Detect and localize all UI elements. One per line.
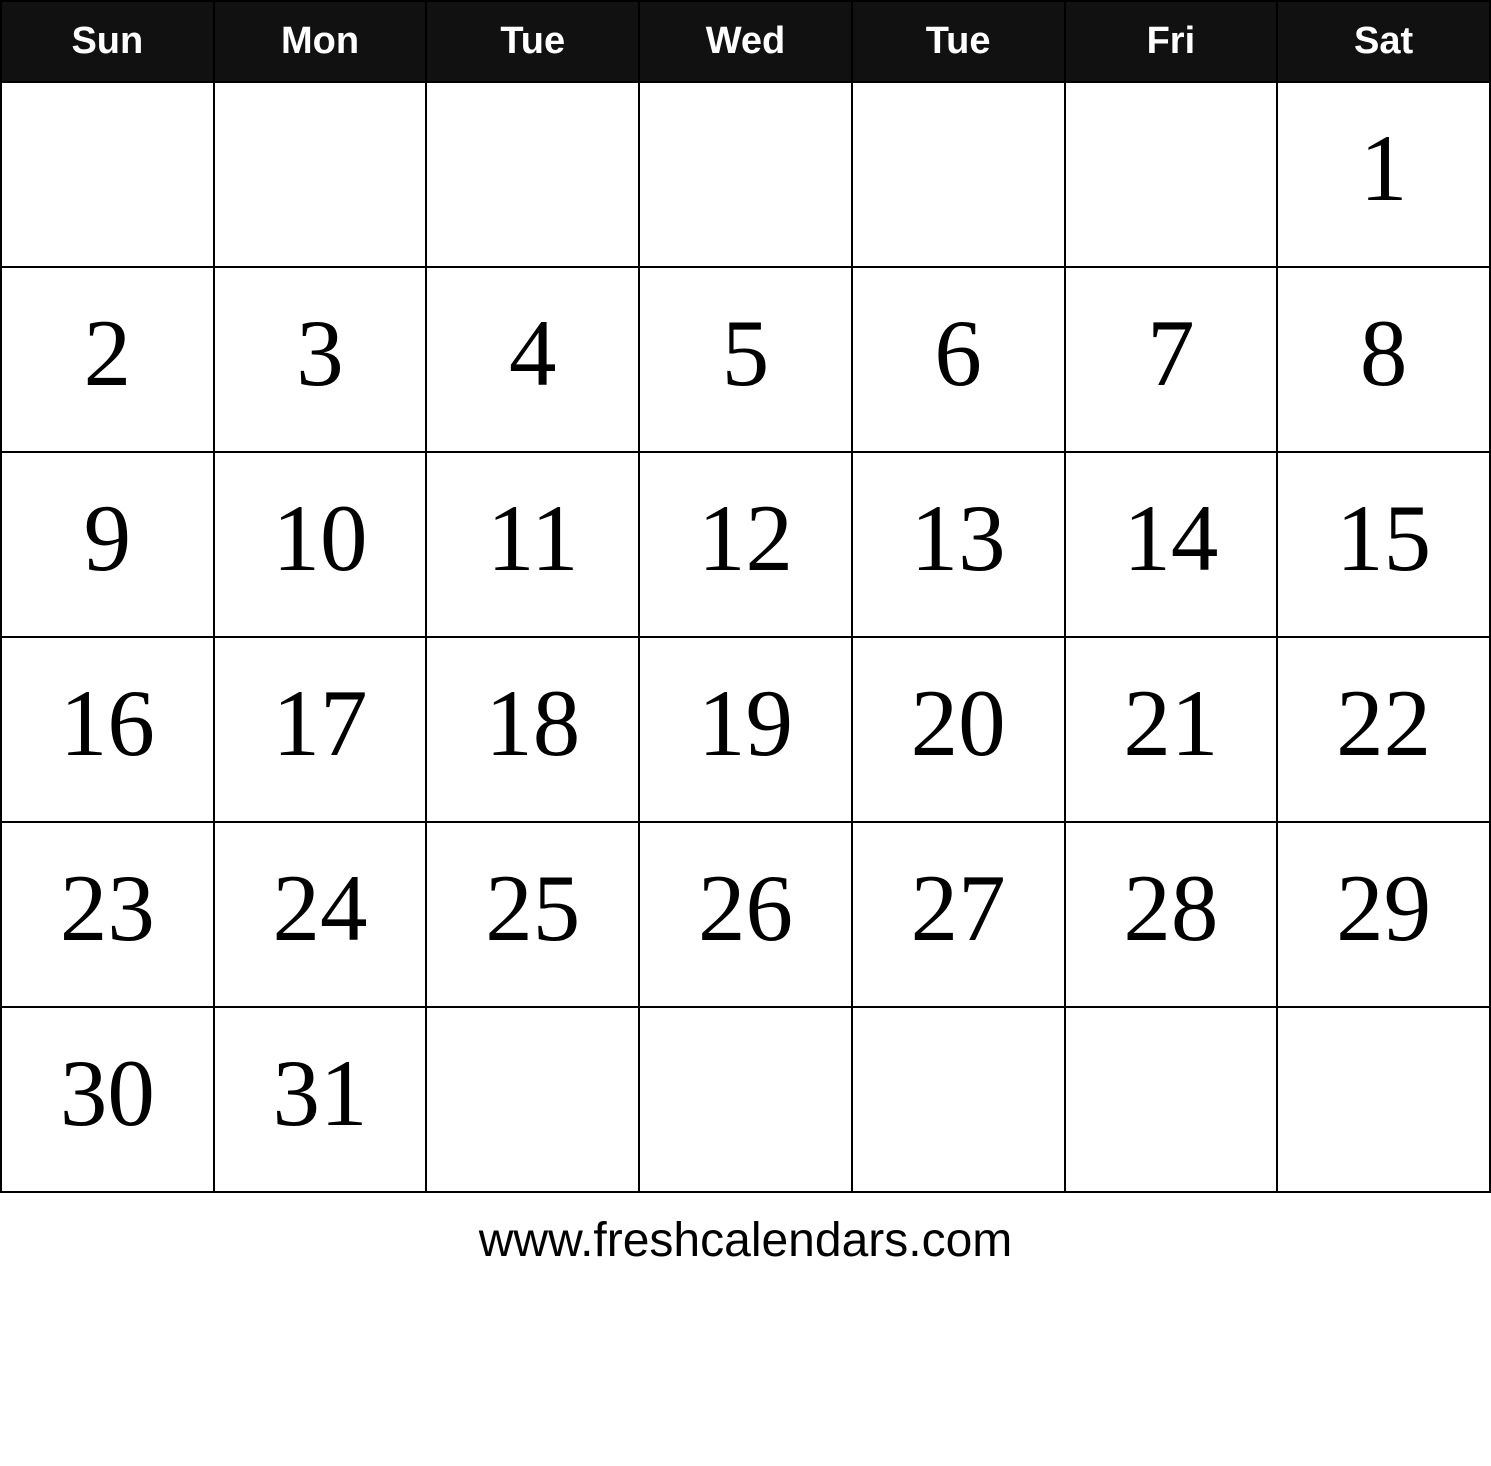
calendar-cell-5-4 (852, 1007, 1065, 1192)
header-day-sat-6: Sat (1277, 1, 1490, 82)
day-number-30: 30 (20, 1038, 195, 1148)
day-number-17: 17 (233, 668, 408, 778)
calendar-cell-0-5 (1065, 82, 1278, 267)
calendar-cell-3-3: 19 (639, 637, 852, 822)
calendar-cell-2-4: 13 (852, 452, 1065, 637)
calendar-cell-1-5: 7 (1065, 267, 1278, 452)
calendar-cell-2-1: 10 (214, 452, 427, 637)
calendar-cell-0-1 (214, 82, 427, 267)
calendar-cell-4-3: 26 (639, 822, 852, 1007)
day-number-31: 31 (233, 1038, 408, 1148)
calendar-cell-4-0: 23 (1, 822, 214, 1007)
header-day-tue-4: Tue (852, 1, 1065, 82)
calendar-cell-1-2: 4 (426, 267, 639, 452)
day-number-24: 24 (233, 853, 408, 963)
week-row-1: 2345678 (1, 267, 1490, 452)
calendar-cell-2-6: 15 (1277, 452, 1490, 637)
day-number-21: 21 (1084, 668, 1259, 778)
week-row-0: 1 (1, 82, 1490, 267)
day-number-13: 13 (871, 483, 1046, 593)
calendar-cell-5-0: 30 (1, 1007, 214, 1192)
day-number-10: 10 (233, 483, 408, 593)
week-row-2: 9 10 11 12 13 14 15 (1, 452, 1490, 637)
day-number-19: 19 (658, 668, 833, 778)
day-number-20: 20 (871, 668, 1046, 778)
calendar-cell-1-1: 3 (214, 267, 427, 452)
day-number-29: 29 (1296, 853, 1471, 963)
day-number-4: 4 (445, 298, 620, 408)
calendar-cell-2-5: 14 (1065, 452, 1278, 637)
day-number-3: 3 (233, 298, 408, 408)
day-number-23: 23 (20, 853, 195, 963)
day-number-9: 9 (20, 483, 195, 593)
calendar-cell-4-6: 29 (1277, 822, 1490, 1007)
day-number-26: 26 (658, 853, 833, 963)
week-row-5: 30 31 (1, 1007, 1490, 1192)
header-row: SunMonTueWedTueFriSat (1, 1, 1490, 82)
day-number-8: 8 (1296, 298, 1471, 408)
header-day-sun-0: Sun (1, 1, 214, 82)
calendar-cell-0-3 (639, 82, 852, 267)
calendar-cell-0-6: 1 (1277, 82, 1490, 267)
day-number-12: 12 (658, 483, 833, 593)
week-row-4: 23 24 25 26 27 28 29 (1, 822, 1490, 1007)
day-number-16: 16 (20, 668, 195, 778)
day-number-25: 25 (445, 853, 620, 963)
day-number-28: 28 (1084, 853, 1259, 963)
day-number-27: 27 (871, 853, 1046, 963)
day-number-1: 1 (1296, 113, 1471, 223)
calendar-cell-1-3: 5 (639, 267, 852, 452)
calendar-cell-4-2: 25 (426, 822, 639, 1007)
calendar-container: SunMonTueWedTueFriSat 123456789101112131… (0, 0, 1491, 1278)
header-day-fri-5: Fri (1065, 1, 1278, 82)
day-number-7: 7 (1084, 298, 1259, 408)
day-number-15: 15 (1296, 483, 1471, 593)
day-number-6: 6 (871, 298, 1046, 408)
calendar-cell-1-4: 6 (852, 267, 1065, 452)
calendar-cell-5-6 (1277, 1007, 1490, 1192)
calendar-cell-5-3 (639, 1007, 852, 1192)
day-number-14: 14 (1084, 483, 1259, 593)
calendar-cell-3-0: 16 (1, 637, 214, 822)
calendar-cell-1-0: 2 (1, 267, 214, 452)
calendar-cell-3-2: 18 (426, 637, 639, 822)
week-row-3: 16 17 18 19 20 21 22 (1, 637, 1490, 822)
calendar-cell-2-3: 12 (639, 452, 852, 637)
calendar-cell-3-5: 21 (1065, 637, 1278, 822)
day-number-18: 18 (445, 668, 620, 778)
calendar-cell-3-1: 17 (214, 637, 427, 822)
calendar-table: SunMonTueWedTueFriSat 123456789101112131… (0, 0, 1491, 1193)
footer-url: www.freshcalendars.com (0, 1193, 1491, 1278)
calendar-cell-4-1: 24 (214, 822, 427, 1007)
calendar-cell-2-0: 9 (1, 452, 214, 637)
calendar-cell-5-1: 31 (214, 1007, 427, 1192)
calendar-cell-1-6: 8 (1277, 267, 1490, 452)
calendar-cell-4-5: 28 (1065, 822, 1278, 1007)
header-day-wed-3: Wed (639, 1, 852, 82)
calendar-cell-0-2 (426, 82, 639, 267)
day-number-5: 5 (658, 298, 833, 408)
calendar-cell-0-4 (852, 82, 1065, 267)
calendar-cell-2-2: 11 (426, 452, 639, 637)
calendar-cell-4-4: 27 (852, 822, 1065, 1007)
calendar-cell-3-4: 20 (852, 637, 1065, 822)
header-day-tue-2: Tue (426, 1, 639, 82)
calendar-cell-5-5 (1065, 1007, 1278, 1192)
calendar-cell-0-0 (1, 82, 214, 267)
day-number-22: 22 (1296, 668, 1471, 778)
day-number-2: 2 (20, 298, 195, 408)
day-number-11: 11 (445, 483, 620, 593)
calendar-cell-3-6: 22 (1277, 637, 1490, 822)
header-day-mon-1: Mon (214, 1, 427, 82)
calendar-cell-5-2 (426, 1007, 639, 1192)
